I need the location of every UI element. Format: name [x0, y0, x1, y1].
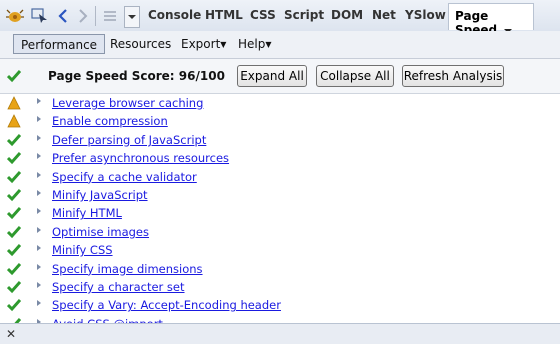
back-icon[interactable]	[56, 6, 70, 26]
forward-icon[interactable]	[76, 6, 90, 26]
check-icon	[6, 133, 22, 147]
expand-arrow-icon[interactable]	[37, 245, 41, 252]
tab-dom[interactable]: DOM	[331, 8, 363, 22]
list-icon[interactable]	[100, 6, 120, 26]
rule-row[interactable]: Optimise images	[0, 223, 560, 241]
rule-row[interactable]: Avoid CSS @import	[0, 315, 560, 323]
rule-row[interactable]: Leverage browser caching	[0, 94, 560, 112]
rule-link[interactable]: Minify HTML	[52, 206, 122, 220]
rule-row[interactable]: Enable compression	[0, 112, 560, 130]
rule-row[interactable]: Specify a character set	[0, 278, 560, 296]
rule-row[interactable]: Minify JavaScript	[0, 186, 560, 204]
menu-performance[interactable]: Performance	[13, 34, 106, 54]
check-icon	[6, 262, 22, 276]
status-bar: ✕	[0, 323, 560, 344]
refresh-analysis-button[interactable]: Refresh Analysis	[402, 65, 504, 87]
rule-link[interactable]: Specify a character set	[52, 280, 185, 294]
check-icon	[6, 243, 22, 257]
check-icon	[6, 206, 22, 220]
expand-arrow-icon[interactable]	[37, 263, 41, 270]
check-icon	[6, 280, 22, 294]
menu-help-label: Help	[238, 37, 266, 51]
inspect-icon[interactable]	[30, 6, 50, 26]
expand-arrow-icon[interactable]	[37, 98, 41, 104]
check-icon	[6, 225, 22, 239]
tab-yslow[interactable]: YSlow	[405, 8, 446, 22]
rule-list: Leverage browser caching Enable compressi…	[0, 94, 560, 323]
expand-all-button[interactable]: Expand All	[237, 65, 307, 87]
rule-row[interactable]: Specify image dimensions	[0, 260, 560, 278]
menu-export[interactable]: Export▼	[181, 37, 226, 51]
rule-row[interactable]: Minify CSS	[0, 241, 560, 259]
expand-arrow-icon[interactable]	[37, 190, 41, 196]
warning-icon	[7, 96, 21, 110]
expand-arrow-icon[interactable]	[37, 153, 41, 160]
rule-link[interactable]: Defer parsing of JavaScript	[52, 133, 206, 147]
rule-link[interactable]: Leverage browser caching	[52, 96, 203, 110]
rule-row[interactable]: Defer parsing of JavaScript	[0, 131, 560, 149]
check-icon	[6, 188, 22, 202]
check-icon	[6, 298, 22, 312]
check-icon	[6, 170, 22, 184]
firebug-icon[interactable]	[5, 6, 25, 26]
collapse-all-button[interactable]: Collapse All	[316, 65, 394, 87]
expand-arrow-icon[interactable]	[37, 282, 41, 288]
tab-css[interactable]: CSS	[250, 8, 276, 22]
rule-row[interactable]: Specify a cache validator	[0, 168, 560, 186]
dropdown-icon[interactable]	[124, 6, 140, 28]
expand-arrow-icon[interactable]	[37, 300, 41, 307]
expand-arrow-icon[interactable]	[37, 208, 41, 215]
check-icon	[6, 151, 22, 165]
expand-arrow-icon[interactable]	[37, 226, 41, 233]
rule-link[interactable]: Specify a Vary: Accept-Encoding header	[52, 298, 281, 312]
check-icon	[6, 69, 22, 83]
rule-link[interactable]: Specify a cache validator	[52, 170, 197, 184]
rule-link[interactable]: Enable compression	[52, 114, 168, 128]
rule-row[interactable]: Minify HTML	[0, 204, 560, 222]
expand-arrow-icon[interactable]	[37, 116, 41, 123]
tab-console[interactable]: Console	[148, 8, 201, 22]
expand-arrow-icon[interactable]	[37, 134, 41, 141]
caret-down-icon: ▼	[265, 40, 272, 49]
rule-link[interactable]: Prefer asynchronous resources	[52, 151, 229, 165]
tab-page-speed[interactable]: Page Speed	[448, 3, 534, 37]
menu-help[interactable]: Help▼	[238, 37, 272, 51]
rule-link[interactable]: Minify CSS	[52, 243, 113, 257]
toolbar-separator	[95, 6, 96, 26]
tab-net[interactable]: Net	[372, 8, 396, 22]
firebug-toolbar: Console HTML CSS Script DOM Net YSlow Pa…	[0, 0, 560, 37]
tab-script[interactable]: Script	[284, 8, 324, 22]
tab-html[interactable]: HTML	[205, 8, 243, 22]
menu-export-label: Export	[181, 37, 221, 51]
menu-resources[interactable]: Resources	[110, 37, 171, 51]
caret-down-icon: ▼	[220, 40, 227, 49]
close-icon[interactable]: ✕	[6, 327, 16, 341]
page-speed-menubar: Performance Resources Export▼ Help▼	[0, 31, 560, 59]
page-speed-score: Page Speed Score: 96/100	[48, 69, 225, 83]
rule-row[interactable]: Prefer asynchronous resources	[0, 149, 560, 167]
expand-arrow-icon[interactable]	[37, 171, 41, 178]
rule-row[interactable]: Specify a Vary: Accept-Encoding header	[0, 296, 560, 314]
rule-link[interactable]: Specify image dimensions	[52, 262, 203, 276]
rule-link[interactable]: Optimise images	[52, 225, 149, 239]
rule-link[interactable]: Minify JavaScript	[52, 188, 148, 202]
warning-icon	[7, 114, 21, 128]
score-bar: Page Speed Score: 96/100 Expand All Coll…	[0, 59, 560, 94]
